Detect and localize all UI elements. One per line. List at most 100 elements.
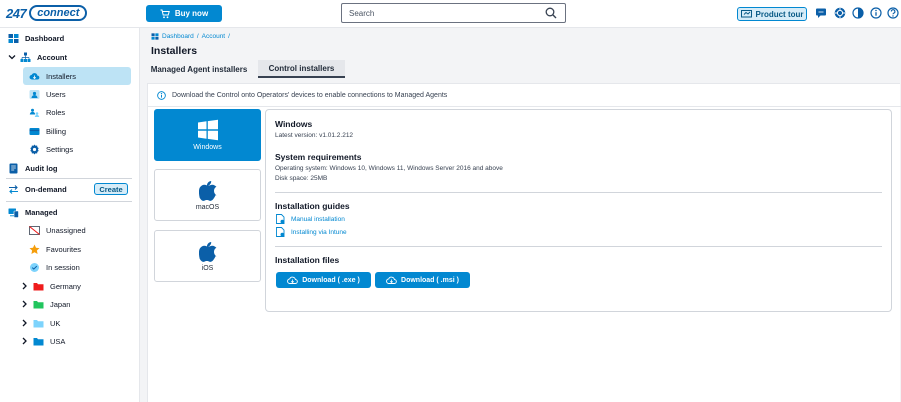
sidebar-item-account[interactable]: Account <box>0 48 140 66</box>
os-card-windows[interactable]: Windows <box>154 109 261 161</box>
cloud-download-icon <box>287 276 299 284</box>
help-circle-icon[interactable] <box>834 7 846 19</box>
sidebar-label-group: Japan <box>50 299 71 309</box>
chevron-down-icon[interactable] <box>8 53 16 61</box>
sidebar-label-unassigned: Unassigned <box>46 225 86 235</box>
logo[interactable]: 247 connect <box>6 4 88 22</box>
sidebar-label-in-session: In session <box>46 262 80 272</box>
os-card-label: macOS <box>195 203 220 211</box>
breadcrumb-dashboard[interactable]: Dashboard <box>162 33 194 40</box>
sidebar: Dashboard Account Installers Users Roles… <box>0 28 140 402</box>
chevron-right-icon[interactable] <box>21 319 28 327</box>
files-title: Installation files <box>275 255 340 265</box>
sidebar-label-group: Germany <box>50 281 81 291</box>
guide-link-intune[interactable]: Installing via Intune <box>276 227 347 237</box>
sidebar-group-usa[interactable]: USA <box>0 332 140 350</box>
installers-panel: Download the Control onto Operators' dev… <box>147 83 901 402</box>
cloud-download-icon <box>386 276 397 284</box>
roles-icon <box>29 108 40 117</box>
guide-link-label: Installing via Intune <box>291 228 347 236</box>
installer-detail-card: Windows Latest version: v1.01.2.212 Syst… <box>265 109 892 312</box>
sidebar-group-japan[interactable]: Japan <box>0 295 140 313</box>
info-banner: Download the Control onto Operators' dev… <box>157 91 447 100</box>
logo-number: 247 <box>6 5 27 21</box>
tab-control-installers[interactable]: Control installers <box>258 60 345 78</box>
sidebar-label-on-demand: On-demand <box>25 184 67 194</box>
apple-icon <box>198 180 216 201</box>
sidebar-label-users: Users <box>46 89 66 99</box>
product-tour-label: Product tour <box>755 9 804 19</box>
section-divider <box>275 192 882 193</box>
guide-link-manual[interactable]: Manual installation <box>276 214 345 224</box>
sidebar-item-favourites[interactable]: Favourites <box>0 240 140 258</box>
sidebar-item-installers[interactable]: Installers <box>0 67 140 85</box>
contrast-icon[interactable] <box>852 7 864 19</box>
sidebar-item-settings[interactable]: Settings <box>0 140 140 158</box>
sidebar-label-installers: Installers <box>46 71 77 81</box>
sidebar-item-on-demand[interactable]: On-demand <box>0 180 90 198</box>
sidebar-item-billing[interactable]: Billing <box>0 122 140 140</box>
sidebar-group-uk[interactable]: UK <box>0 314 140 332</box>
unassigned-icon <box>29 225 40 235</box>
sidebar-label-account: Account <box>37 52 67 62</box>
sidebar-item-dashboard[interactable]: Dashboard <box>0 29 140 47</box>
breadcrumb-separator: / <box>196 33 199 40</box>
sidebar-divider <box>6 201 132 202</box>
presentation-icon <box>740 9 752 17</box>
buy-now-label: Buy now <box>174 9 209 18</box>
sidebar-item-audit-log[interactable]: Audit log <box>0 159 140 177</box>
users-icon <box>29 89 40 99</box>
info-icon[interactable] <box>870 7 882 19</box>
guide-link-label: Manual installation <box>291 215 345 223</box>
sidebar-divider <box>6 178 132 179</box>
product-tour-button[interactable]: Product tour <box>737 7 807 21</box>
search-box[interactable] <box>341 3 566 23</box>
sidebar-label-managed: Managed <box>25 207 58 217</box>
sidebar-label-group: UK <box>50 318 61 328</box>
info-text: Download the Control onto Operators' dev… <box>172 92 448 99</box>
os-card-ios[interactable]: iOS <box>154 230 261 282</box>
cloud-download-icon <box>29 72 40 80</box>
breadcrumb-account[interactable]: Account <box>202 33 226 40</box>
chevron-right-icon[interactable] <box>21 282 28 290</box>
audit-log-icon <box>9 163 18 173</box>
requirements-os: Operating system: Windows 10, Windows 11… <box>275 165 503 172</box>
download-exe-label: Download ( .exe ) <box>302 276 360 284</box>
document-link-icon <box>276 227 285 237</box>
chat-icon[interactable] <box>815 7 827 19</box>
sidebar-label-audit-log: Audit log <box>25 163 58 173</box>
download-msi-button[interactable]: Download ( .msi ) <box>375 272 470 288</box>
swap-arrows-icon <box>9 184 18 194</box>
sidebar-item-in-session[interactable]: In session <box>0 258 140 276</box>
search-input[interactable] <box>349 8 539 19</box>
apple-icon <box>198 241 216 262</box>
account-tree-icon <box>20 52 31 62</box>
chevron-right-icon[interactable] <box>21 300 28 308</box>
logo-word: connect <box>29 5 88 21</box>
chevron-right-icon[interactable] <box>21 337 28 345</box>
breadcrumb-separator: / <box>228 33 230 40</box>
dashboard-icon <box>151 33 159 40</box>
requirements-disk: Disk space: 25MB <box>275 175 328 182</box>
sidebar-item-users[interactable]: Users <box>0 85 140 103</box>
sidebar-label-roles: Roles <box>46 107 66 117</box>
sidebar-label-group: USA <box>50 336 66 346</box>
latest-version: Latest version: v1.01.2.212 <box>275 132 354 139</box>
sidebar-label-dashboard: Dashboard <box>25 33 65 43</box>
sidebar-item-unassigned[interactable]: Unassigned <box>0 221 140 239</box>
in-session-icon <box>30 262 39 272</box>
sidebar-item-managed[interactable]: Managed <box>0 203 140 221</box>
question-icon[interactable] <box>887 7 899 19</box>
download-exe-button[interactable]: Download ( .exe ) <box>276 272 371 288</box>
sidebar-item-roles[interactable]: Roles <box>0 103 140 121</box>
tab-managed-agent-installers[interactable]: Managed Agent installers <box>149 60 249 78</box>
search-icon[interactable] <box>545 7 557 19</box>
buy-now-button[interactable]: Buy now <box>146 5 222 22</box>
folder-icon <box>33 300 44 308</box>
download-msi-label: Download ( .msi ) <box>401 276 459 284</box>
top-bar: 247 connect Buy now Product tour <box>0 0 901 28</box>
create-button[interactable]: Create <box>94 183 128 195</box>
sidebar-group-germany[interactable]: Germany <box>0 277 140 295</box>
os-card-macos[interactable]: macOS <box>154 169 261 221</box>
folder-icon <box>33 319 44 327</box>
